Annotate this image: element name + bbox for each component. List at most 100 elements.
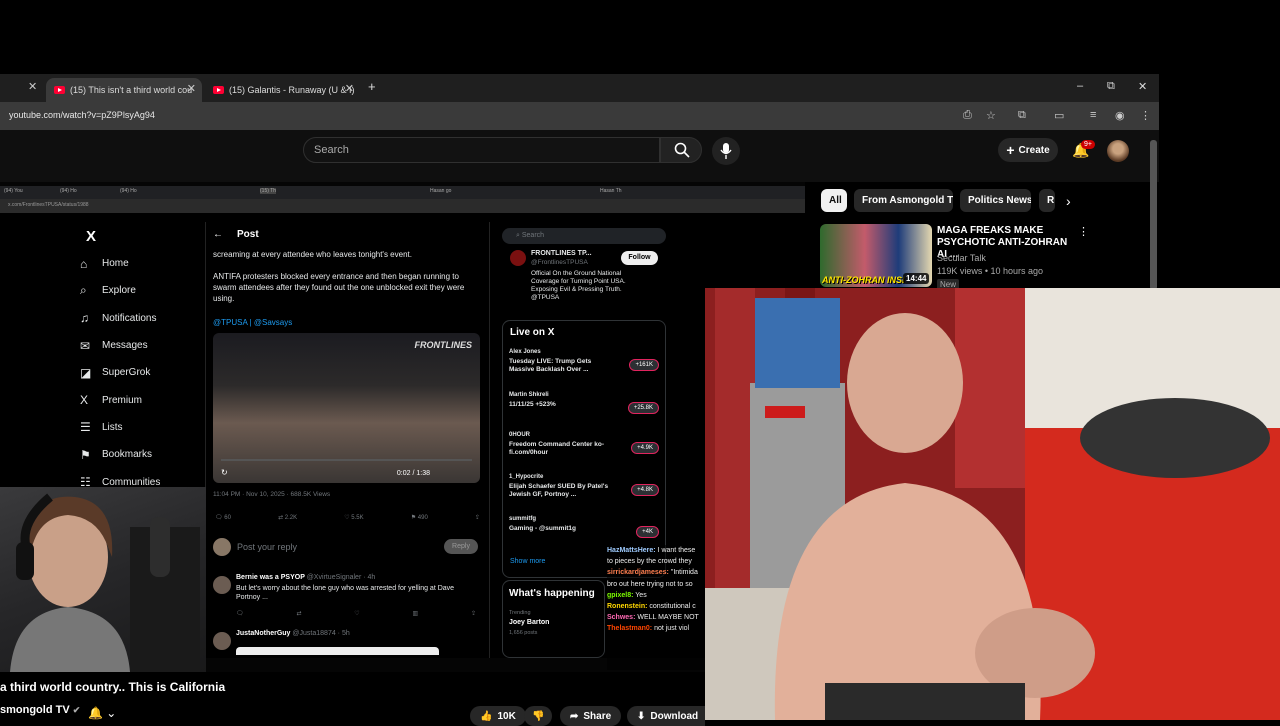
new-tab-button[interactable]: + xyxy=(368,79,376,94)
live-item: 1_Hypocrite Elijah Schaefer SUED By Patel… xyxy=(509,474,659,499)
stream-tab: (94) You xyxy=(4,188,23,194)
avatar xyxy=(213,538,231,556)
split-view-icon[interactable]: ▭ xyxy=(1054,109,1064,122)
extensions-icon[interactable]: ⧉ xyxy=(1018,109,1026,122)
like-count-value: 5.5K xyxy=(351,515,364,521)
chat-msg: bro out here trying not to so xyxy=(607,580,693,588)
chat-user: Schwes: xyxy=(607,614,636,622)
profile-icon[interactable]: ◉ xyxy=(1115,109,1125,122)
avatar xyxy=(213,576,231,594)
chat-line: Schwes: WELL MAYBE NOT xyxy=(607,612,705,623)
media-icon[interactable]: ≡ xyxy=(1090,109,1096,121)
chat-line: Ronenstein: constitutional c xyxy=(607,601,705,612)
x-nav-supergrok: ◪ SuperGrok xyxy=(80,359,200,386)
channel-name-text: smongold TV xyxy=(0,704,70,716)
x-nav-label: Premium xyxy=(102,394,143,406)
minimize-button[interactable]: – xyxy=(1077,80,1083,92)
chat-msg: not just viol xyxy=(652,625,690,633)
reply-author-name: JustaNotherGuy xyxy=(236,630,291,637)
close-window-button[interactable]: ✕ xyxy=(1138,80,1147,93)
chat-line: to pieces by the crowd they xyxy=(607,556,705,567)
home-icon: ⌂ xyxy=(80,256,88,271)
recommendation-views: 119K views • 10 hours ago xyxy=(937,266,1044,276)
more-options-icon[interactable]: ⋮ xyxy=(1078,225,1089,238)
x-nav-home: ⌂ Home xyxy=(80,250,200,277)
chat-user: HazMattsHere: xyxy=(607,547,656,554)
browser-tab-active[interactable]: (15) This isn't a third world cou ✕ xyxy=(46,78,202,102)
address-bar[interactable]: youtube.com/watch?v=pZ9PlsyAg94 ⎙ ☆ ⧉ ▭ … xyxy=(0,102,1159,130)
chip-from-asmongold[interactable]: From Asmongold TV xyxy=(854,189,953,212)
x-nav-label: Messages xyxy=(102,340,148,352)
page-scrollbar[interactable] xyxy=(1150,140,1157,290)
reply-button: Reply xyxy=(444,539,478,554)
avatar xyxy=(213,632,231,650)
download-button[interactable]: ⬇ Download xyxy=(627,706,705,726)
stream-url: x.com/FrontlinesTPUSA/status/1988 xyxy=(8,202,89,208)
restore-button[interactable]: ⧉ xyxy=(1107,80,1115,93)
install-icon[interactable]: ⎙ xyxy=(963,109,972,122)
share-button[interactable]: ➦ Share xyxy=(560,706,622,726)
x-nav-label: Lists xyxy=(102,421,123,433)
chat-line: HazMattsHere: I want these xyxy=(607,545,705,556)
reply-icon: 🗨 xyxy=(236,611,244,617)
stream-browser-tabs: (94) You (94) Ho (94) Ho (15) Th Hasan g… xyxy=(0,186,805,199)
live-title: Elijah Schaefer SUED By Patel's Jewish G… xyxy=(509,483,609,498)
chip-partial[interactable]: R xyxy=(1039,189,1055,212)
search-input[interactable]: Search xyxy=(303,137,660,163)
search-button[interactable] xyxy=(660,137,702,163)
frontlines-handle: @FrontlinesTPUSA xyxy=(531,259,588,266)
repost-count: ⇄ 2.2K xyxy=(278,515,298,521)
guest-webcam-image xyxy=(705,288,1280,720)
x-logo-icon: X xyxy=(86,228,97,245)
like-icon: ♡ xyxy=(354,611,360,617)
close-icon[interactable]: ✕ xyxy=(28,80,37,93)
youtube-favicon-icon xyxy=(213,86,224,94)
mail-icon: ✉ xyxy=(80,338,91,353)
chat-msg: I want these xyxy=(655,547,696,554)
x-nav-lists: ☰ Lists xyxy=(80,414,200,441)
x-search-placeholder: Search xyxy=(521,232,545,239)
notification-bell-icon[interactable]: 🔔 ⌄ xyxy=(88,706,116,720)
bookmark-star-icon[interactable]: ☆ xyxy=(986,109,996,122)
video-title: a third world country.. This is Californ… xyxy=(0,680,226,694)
live-item: 0HOUR Freedom Command Center ko-fi.com/0h… xyxy=(509,432,659,457)
browser-tab[interactable]: (15) Galantis - Runaway (U & I) ✕ xyxy=(205,78,360,102)
frontlines-name: FRONTLINES TP... xyxy=(531,250,592,257)
reply-author: Bernie was a PSYOP @XvirtueSignaler · 4h xyxy=(236,574,375,581)
url-text[interactable]: youtube.com/watch?v=pZ9PlsyAg94 xyxy=(9,110,155,120)
stream-address-bar: x.com/FrontlinesTPUSA/status/1988 xyxy=(0,199,805,213)
top-letterbox xyxy=(0,0,1280,74)
chat-msg: WELL MAYBE NOT xyxy=(635,614,699,622)
live-item: summitfg Gaming - @summit1g +4K xyxy=(509,516,659,538)
live-on-x-title: Live on X xyxy=(510,327,555,338)
like-button[interactable]: 👍 10K xyxy=(470,706,526,726)
reply-text: But let's worry about the lone guy who w… xyxy=(236,585,455,601)
x-nav-label: Explore xyxy=(102,285,136,297)
create-label: Create xyxy=(1018,144,1050,156)
channel-name[interactable]: smongold TV ✔ xyxy=(0,704,80,716)
chevron-right-icon[interactable]: › xyxy=(1066,193,1071,209)
stream-tab: (15) Th xyxy=(260,188,277,194)
stream-tab: Hasan Th xyxy=(600,188,622,194)
chat-line: bro out here trying not to so xyxy=(607,579,705,590)
account-avatar[interactable] xyxy=(1107,140,1129,162)
chat-line: gpixel8: Yes xyxy=(607,590,705,601)
live-title: 11/11/25 +523% xyxy=(509,401,556,408)
stream-chat: HazMattsHere: I want these to pieces by … xyxy=(607,545,705,670)
x-nav-label: Home xyxy=(102,258,129,270)
frontlines-bio: Official On the Ground National Coverage… xyxy=(531,270,626,301)
chip-all[interactable]: All xyxy=(821,189,847,212)
create-button[interactable]: + Create xyxy=(998,138,1058,162)
tab-close-icon[interactable]: ✕ xyxy=(187,82,196,95)
recommendation-channel[interactable]: Secular Talk xyxy=(937,253,986,263)
chip-politics-news[interactable]: Politics News xyxy=(960,189,1031,212)
reply-box: Post your reply xyxy=(213,536,480,558)
chat-msg: constitutional c xyxy=(647,603,696,611)
tab-close-icon[interactable]: ✕ xyxy=(345,82,354,95)
voice-search-button[interactable] xyxy=(712,137,740,165)
dislike-button[interactable]: 👎 xyxy=(524,706,553,726)
menu-icon[interactable]: ⋮ xyxy=(1140,109,1151,122)
search-icon: ⌕ xyxy=(80,283,87,298)
grok-icon: ◪ xyxy=(80,365,92,380)
video-time: 0:02 / 1:38 xyxy=(396,470,430,477)
